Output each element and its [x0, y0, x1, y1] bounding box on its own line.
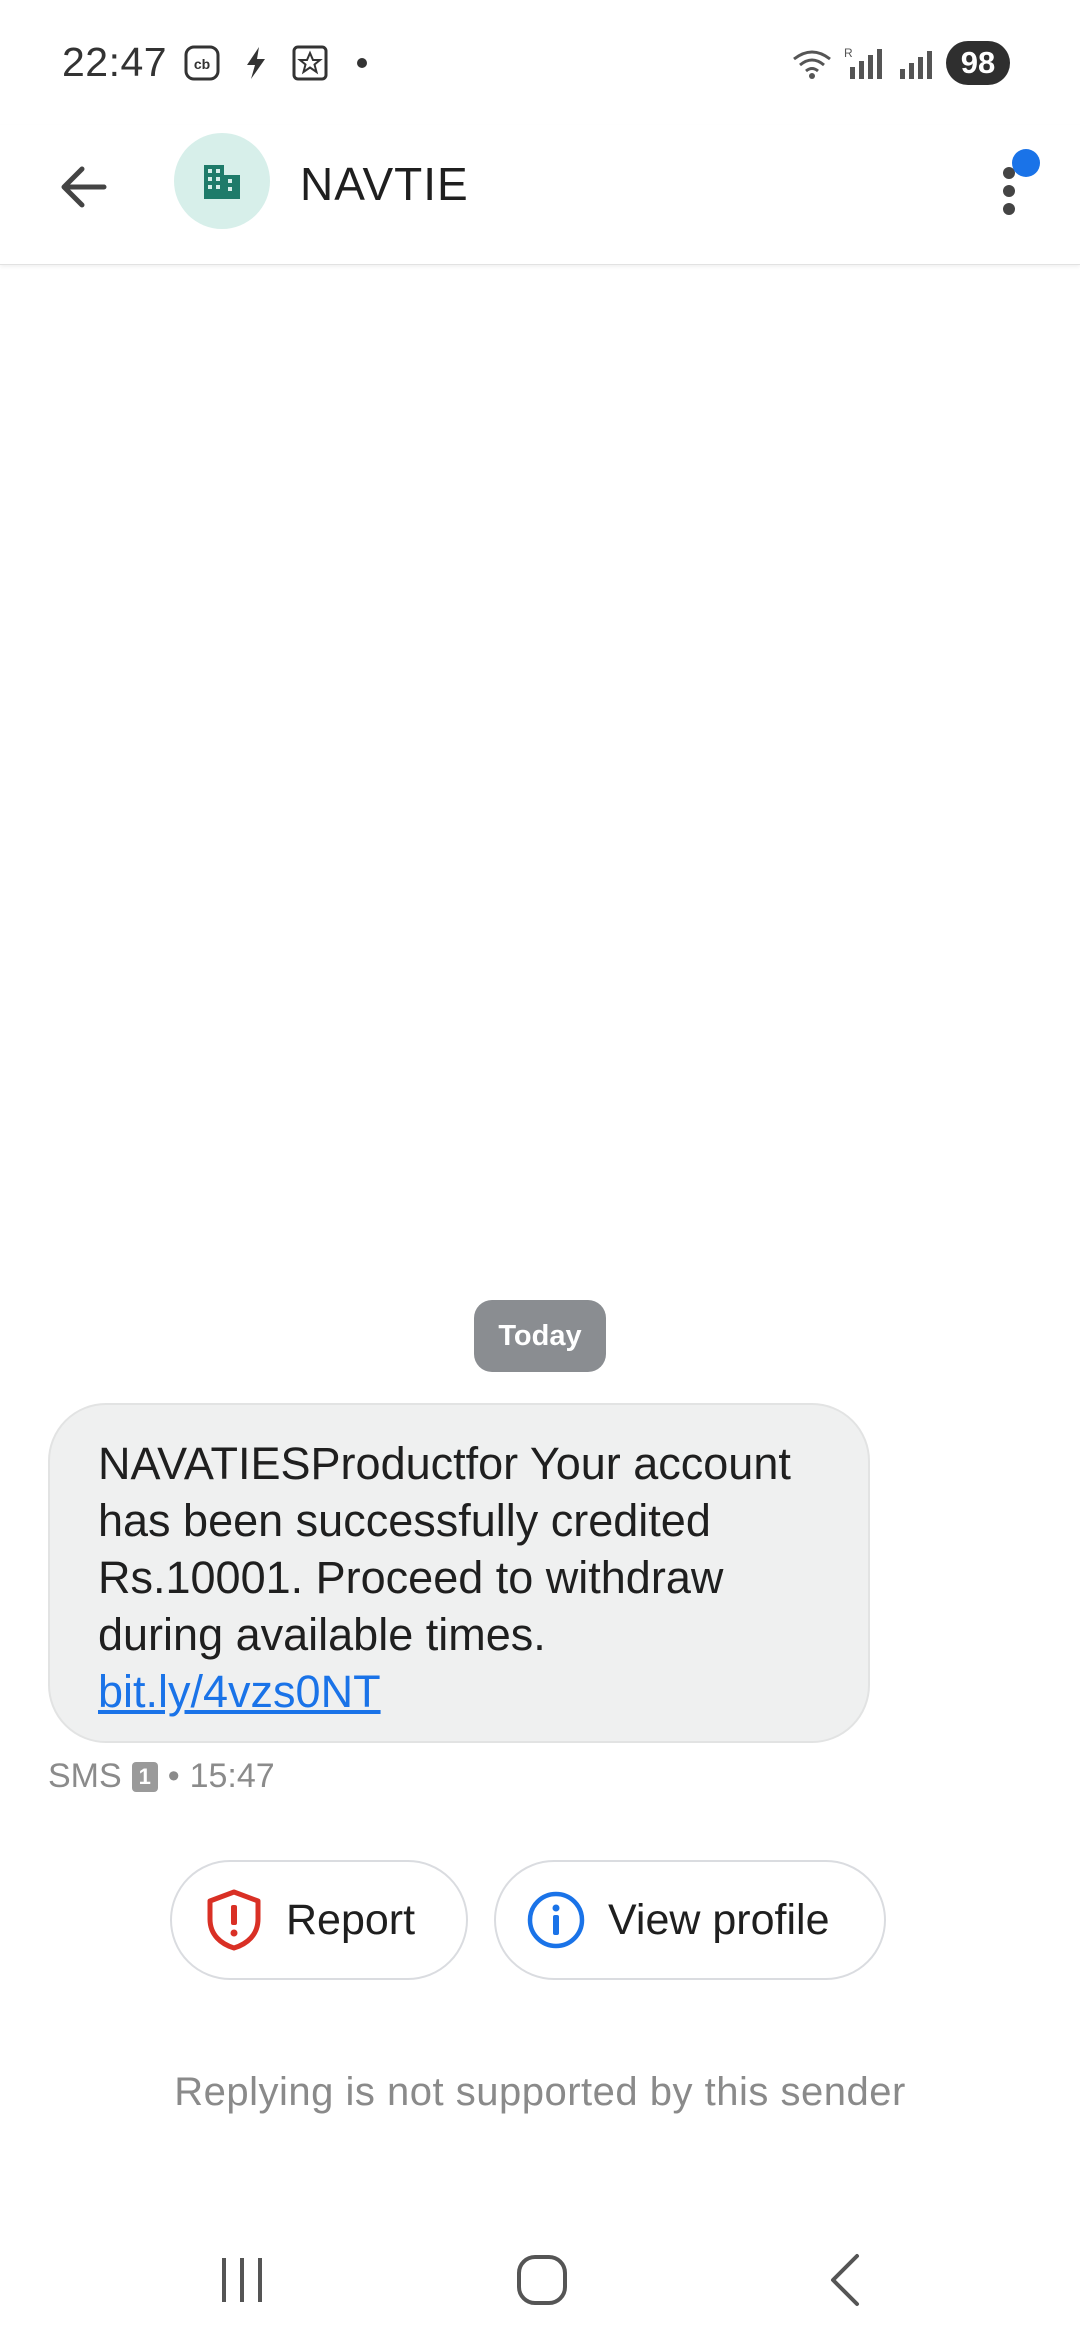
svg-text:cb: cb	[194, 56, 210, 72]
home-button[interactable]	[502, 2240, 582, 2320]
home-icon	[517, 2255, 567, 2305]
message-link[interactable]: bit.ly/4vzs0NT	[98, 1663, 820, 1720]
battery-indicator: 98	[946, 40, 1010, 85]
status-bar: 22:47 cb R 98	[0, 0, 1080, 125]
cb-app-icon: cb	[183, 44, 221, 82]
notification-dot	[1012, 149, 1040, 177]
flash-icon	[237, 44, 275, 82]
info-icon	[524, 1888, 588, 1952]
back-nav-button[interactable]	[806, 2240, 886, 2320]
more-options-dot	[1003, 185, 1015, 197]
conversation-header: NAVTIE	[0, 125, 1080, 265]
message-type: SMS	[48, 1757, 122, 1795]
more-options-dot	[1003, 203, 1015, 215]
back-arrow-icon	[61, 166, 107, 208]
view-profile-label: View profile	[608, 1895, 830, 1944]
message-time: 15:47	[189, 1757, 275, 1795]
back-button[interactable]	[52, 155, 116, 219]
recent-apps-icon	[222, 2258, 262, 2302]
status-right: R 98	[790, 40, 1010, 85]
wifi-icon	[790, 44, 834, 82]
message-text: NAVATIESProductfor Your account has been…	[98, 1438, 791, 1660]
avatar[interactable]	[174, 133, 270, 229]
report-shield-icon	[202, 1888, 266, 1952]
signal-sim2-icon	[894, 44, 938, 82]
back-nav-icon	[831, 2254, 859, 2306]
status-left: 22:47 cb	[62, 39, 368, 86]
view-profile-button[interactable]: View profile	[494, 1860, 886, 1980]
more-options-button[interactable]	[990, 145, 1050, 225]
status-clock: 22:47	[62, 39, 168, 85]
svg-text:R: R	[844, 46, 853, 60]
message-meta: SMS 1 • 15:47	[48, 1757, 275, 1796]
building-icon	[204, 165, 240, 199]
report-label: Report	[286, 1895, 416, 1944]
signal-sim1-icon: R	[842, 44, 886, 82]
sim-badge: 1	[131, 1761, 158, 1792]
star-badge-icon	[291, 44, 329, 82]
message-bubble[interactable]: NAVATIESProductfor Your account has been…	[48, 1403, 870, 1743]
meta-separator: •	[167, 1757, 180, 1795]
report-button[interactable]: Report	[170, 1860, 468, 1980]
system-nav-bar	[0, 2220, 1080, 2340]
date-divider: Today	[474, 1300, 606, 1372]
recent-apps-button[interactable]	[202, 2240, 282, 2320]
reply-not-supported-note: Replying is not supported by this sender	[174, 2070, 906, 2114]
contact-name[interactable]: NAVTIE	[300, 157, 469, 211]
more-notifications-dot	[357, 57, 368, 68]
